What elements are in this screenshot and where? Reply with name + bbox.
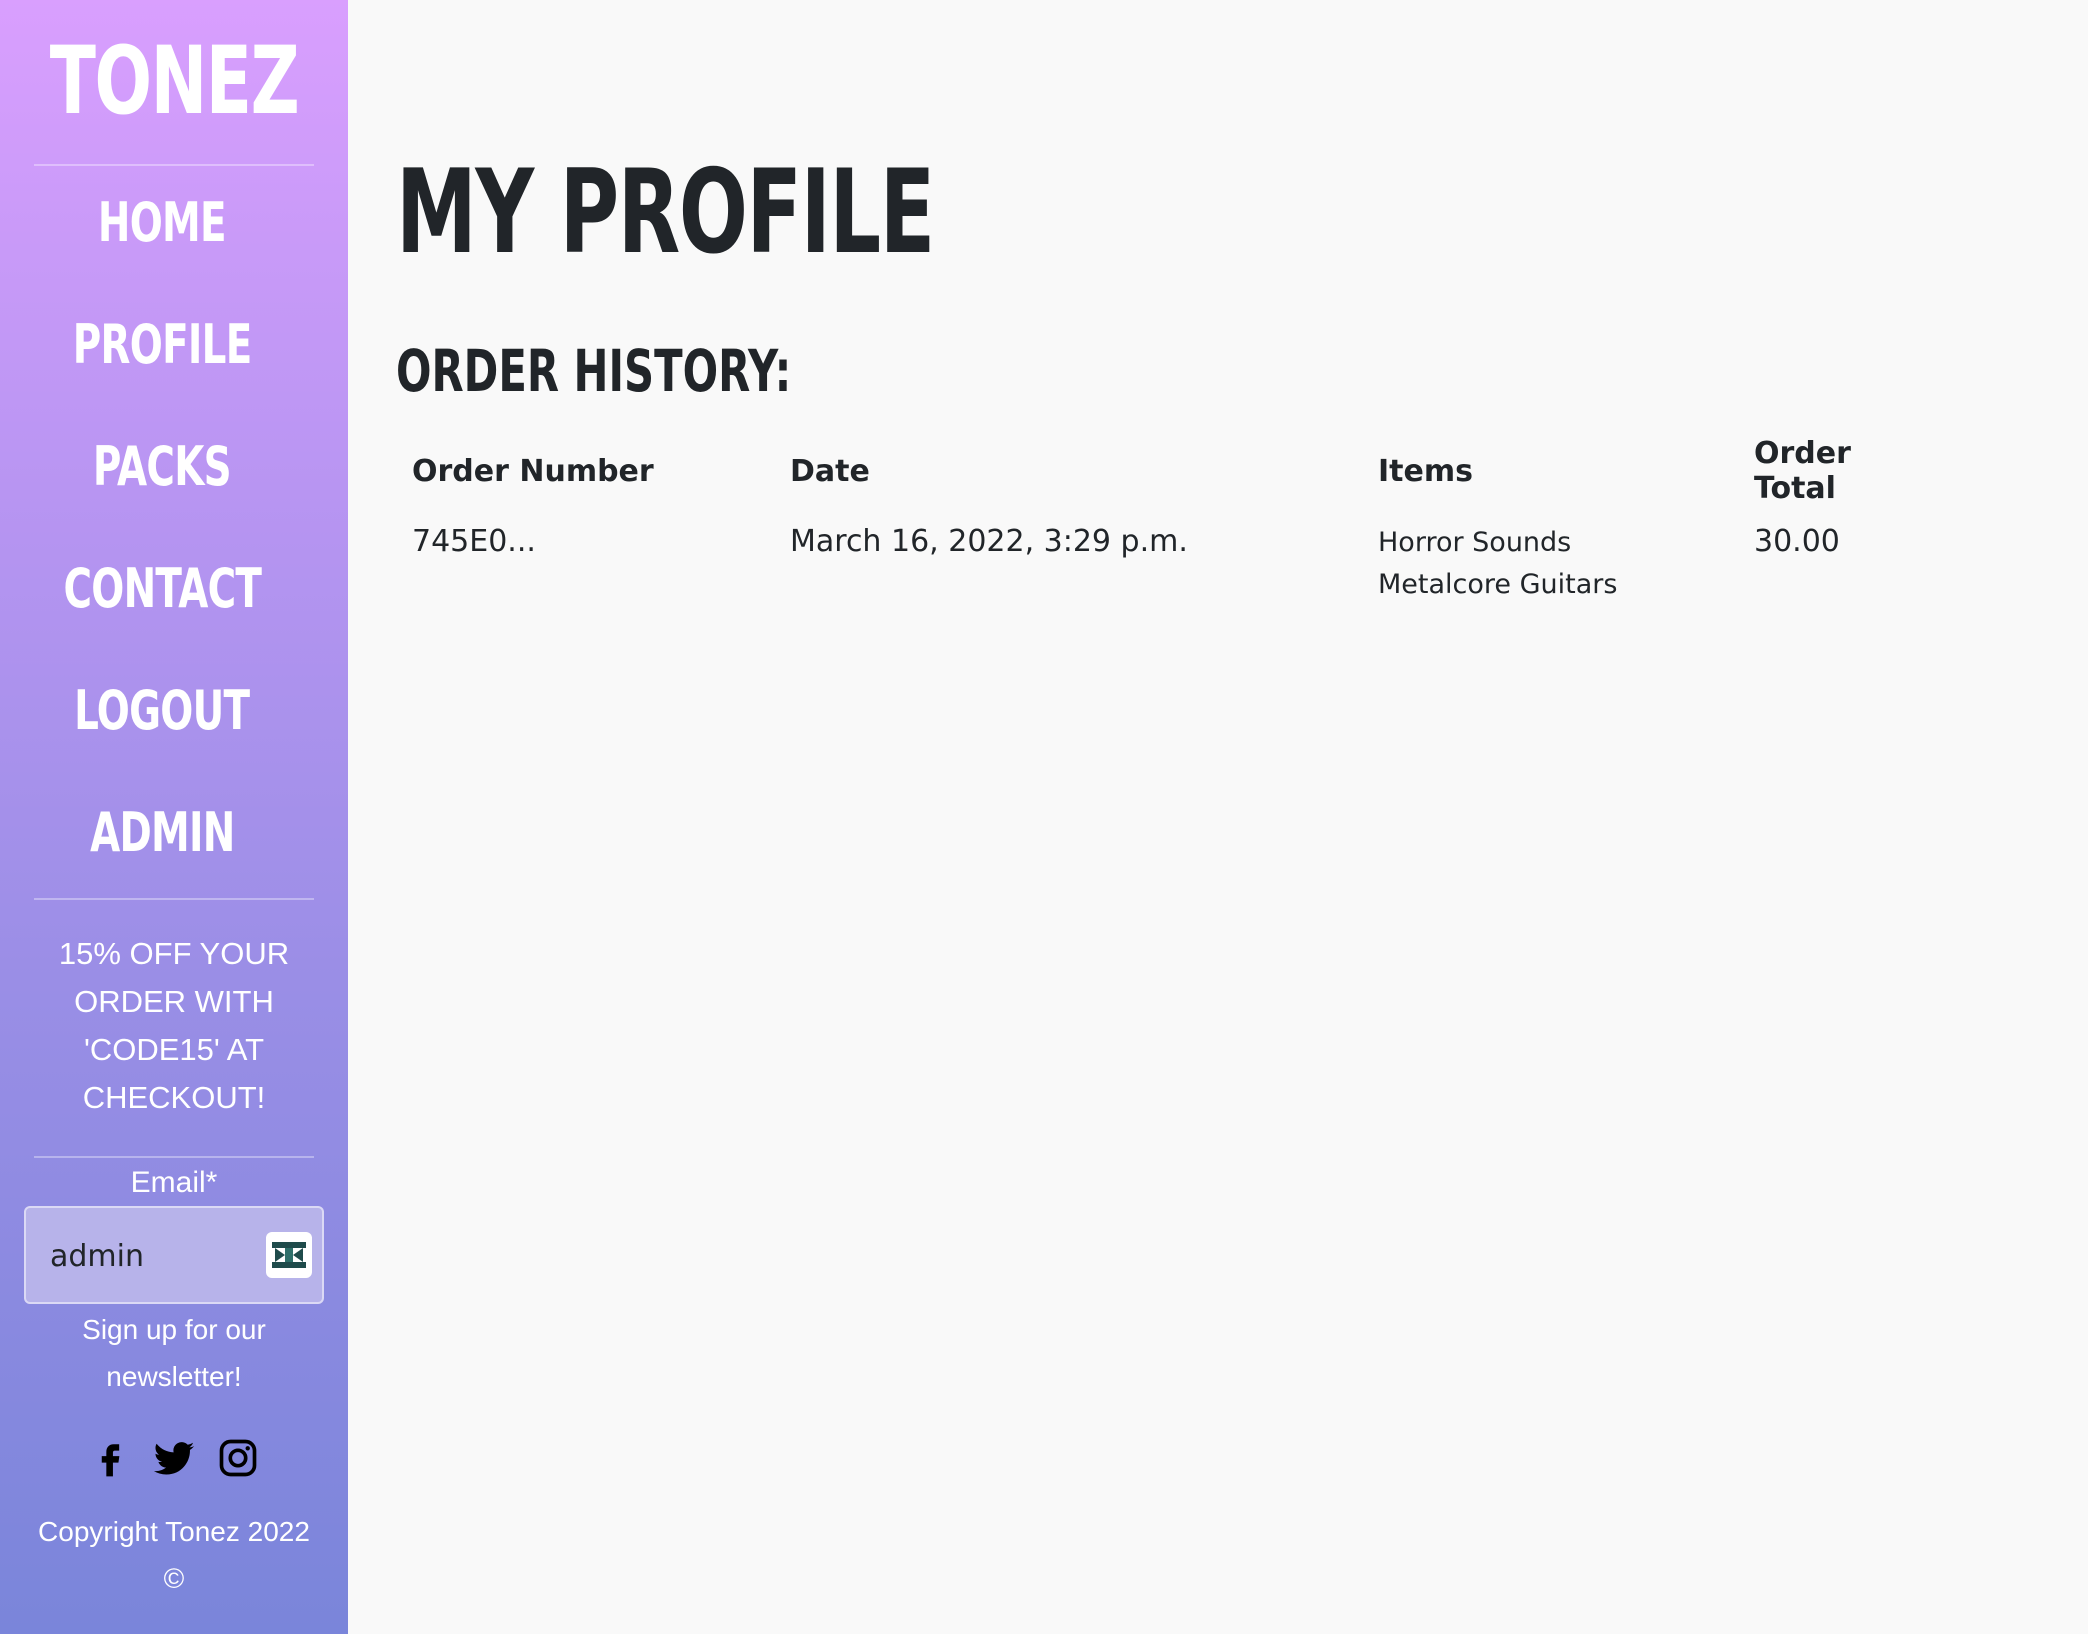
copyright-text: Copyright Tonez 2022 ©	[38, 1516, 310, 1594]
order-item: Horror Sounds	[1378, 527, 1572, 558]
sidebar-divider	[34, 898, 314, 900]
column-header-order-total: Order Total	[1754, 436, 1851, 506]
nav-item-packs[interactable]: PACKS	[0, 412, 324, 534]
nav-item-label: CONTACT	[63, 557, 261, 620]
nav-item-home[interactable]: HOME	[0, 168, 324, 290]
password-manager-icon[interactable]	[266, 1232, 312, 1278]
order-date-cell: March 16, 2022, 3:29 p.m.	[790, 524, 1188, 559]
newsletter-signup-text: Sign up for our newsletter!	[82, 1314, 266, 1392]
sidebar-divider	[34, 1156, 314, 1158]
promo-banner: 15% OFF YOUR ORDER WITH 'CODE15' AT CHEC…	[58, 936, 290, 1115]
nav-item-label: LOGOUT	[74, 679, 250, 742]
site-logo[interactable]: TONEZ	[49, 22, 300, 142]
email-field-label: Email*	[130, 1166, 218, 1199]
instagram-icon[interactable]	[216, 1436, 260, 1480]
nav-item-label: ADMIN	[89, 801, 235, 864]
order-history-heading: ORDER HISTORY:	[396, 337, 792, 405]
order-history-table: Order Number Date Items Order Total 745E…	[396, 436, 1952, 624]
nav-item-logout[interactable]: LOGOUT	[0, 656, 324, 778]
main-content: MY PROFILE ORDER HISTORY: Order Number D…	[348, 0, 2088, 1634]
column-header-date: Date	[790, 453, 870, 489]
nav-item-label: HOME	[98, 191, 227, 254]
column-header-items: Items	[1378, 453, 1473, 489]
nav-item-contact[interactable]: CONTACT	[0, 534, 324, 656]
nav-item-profile[interactable]: PROFILE	[0, 290, 324, 412]
newsletter-email-input[interactable]	[50, 1230, 250, 1282]
table-header-row: Order Number Date Items Order Total	[396, 436, 1952, 506]
page-title: MY PROFILE	[396, 145, 935, 280]
order-item: Metalcore Guitars	[1378, 569, 1618, 600]
nav-item-label: PACKS	[92, 435, 232, 498]
nav-item-admin[interactable]: ADMIN	[0, 778, 324, 900]
table-row: 745E0... March 16, 2022, 3:29 p.m. Horro…	[396, 506, 1952, 624]
email-field-container	[24, 1206, 324, 1304]
nav-item-label: PROFILE	[72, 313, 253, 376]
order-total-cell: 30.00	[1754, 524, 1840, 559]
sidebar-divider	[34, 164, 314, 166]
sidebar: TONEZ HOME PROFILE PACKS CONTACT LOGOUT …	[0, 0, 348, 1634]
order-items-cell: Horror Sounds Metalcore Guitars	[1362, 506, 1738, 624]
order-number-cell[interactable]: 745E0...	[396, 506, 774, 624]
twitter-icon[interactable]	[152, 1436, 196, 1480]
sidebar-nav: HOME PROFILE PACKS CONTACT LOGOUT ADMIN	[0, 168, 324, 900]
social-links	[0, 1436, 348, 1480]
column-header-order-number: Order Number	[412, 453, 654, 489]
facebook-icon[interactable]	[88, 1436, 132, 1480]
